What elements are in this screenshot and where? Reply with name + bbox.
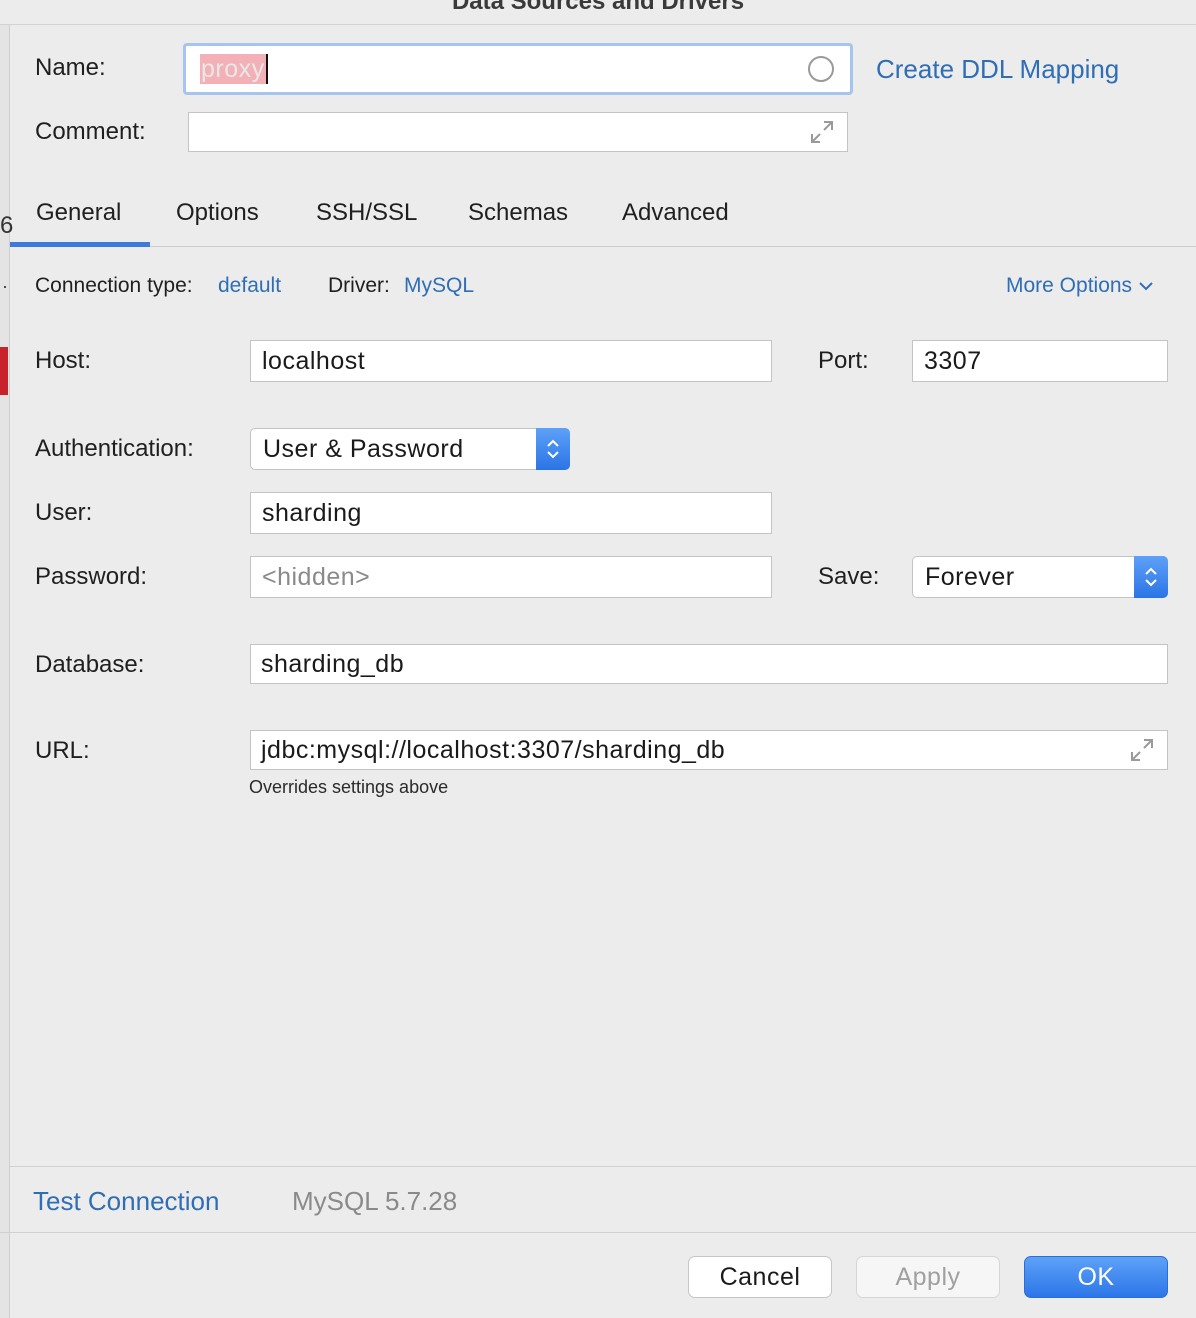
more-options-label: More Options [1006, 274, 1133, 297]
tab-ssh-ssl[interactable]: SSH/SSL [316, 199, 417, 227]
cancel-button[interactable]: Cancel [688, 1256, 832, 1298]
tab-options[interactable]: Options [176, 199, 259, 227]
tab-general[interactable]: General [36, 199, 121, 227]
driver-label: Driver: [328, 274, 390, 297]
clear-circle-icon[interactable] [808, 56, 834, 82]
port-value: 3307 [924, 346, 982, 375]
active-tab-indicator [10, 242, 150, 247]
ok-button[interactable]: OK [1024, 1256, 1168, 1298]
server-version-text: MySQL 5.7.28 [292, 1186, 458, 1216]
host-label: Host: [35, 347, 92, 374]
url-field[interactable]: jdbc:mysql://localhost:3307/sharding_db [250, 730, 1168, 770]
tab-advanced[interactable]: Advanced [622, 199, 729, 227]
authentication-label: Authentication: [35, 435, 194, 462]
host-value: localhost [262, 346, 366, 375]
database-label: Database: [35, 651, 145, 678]
apply-button[interactable]: Apply [856, 1256, 1000, 1298]
test-connection-link[interactable]: Test Connection [33, 1186, 219, 1217]
button-bar-divider [0, 1232, 1196, 1233]
window-title: Data Sources and Drivers [451, 0, 745, 15]
host-field[interactable]: localhost [250, 340, 772, 382]
footer-divider [10, 1166, 1196, 1167]
user-field[interactable]: sharding [250, 492, 772, 534]
name-label: Name: [35, 54, 106, 81]
port-label: Port: [818, 347, 869, 374]
sidebar-clipped-text: 6 [0, 212, 14, 239]
database-value: sharding_db [261, 649, 405, 678]
tab-schemas[interactable]: Schemas [468, 199, 568, 227]
select-stepper-icon [536, 428, 570, 470]
connection-type-label: Connection type: [35, 274, 193, 297]
user-value: sharding [262, 498, 362, 527]
expand-icon[interactable] [809, 119, 835, 145]
url-hint: Overrides settings above [249, 777, 449, 797]
driver-link[interactable]: MySQL [404, 274, 474, 298]
tab-divider [10, 246, 1196, 247]
comment-label: Comment: [35, 118, 146, 145]
comment-field[interactable] [188, 112, 848, 152]
authentication-value: User & Password [263, 434, 464, 463]
name-value: proxy [200, 54, 266, 84]
save-label: Save: [818, 563, 880, 590]
url-label: URL: [35, 737, 90, 764]
user-label: User: [35, 499, 93, 526]
text-caret [265, 54, 268, 84]
select-stepper-icon [1134, 556, 1168, 598]
sidebar-clipped-dot: · [2, 276, 8, 296]
expand-icon[interactable] [1129, 737, 1155, 763]
create-ddl-mapping-link[interactable]: Create DDL Mapping [876, 54, 1119, 85]
connection-type-link[interactable]: default [218, 274, 281, 298]
authentication-select[interactable]: User & Password [250, 428, 570, 470]
chevron-down-icon [1139, 282, 1153, 291]
more-options-button[interactable]: More Options [1006, 274, 1154, 298]
name-input[interactable]: proxy [183, 43, 853, 95]
sidebar-selected-marker[interactable] [0, 347, 8, 395]
save-value: Forever [925, 562, 1015, 591]
url-value: jdbc:mysql://localhost:3307/sharding_db [261, 735, 726, 764]
password-label: Password: [35, 563, 148, 590]
password-placeholder: <hidden> [262, 562, 371, 591]
database-field[interactable]: sharding_db [250, 644, 1168, 684]
password-field[interactable]: <hidden> [250, 556, 772, 598]
port-field[interactable]: 3307 [912, 340, 1168, 382]
save-select[interactable]: Forever [912, 556, 1168, 598]
